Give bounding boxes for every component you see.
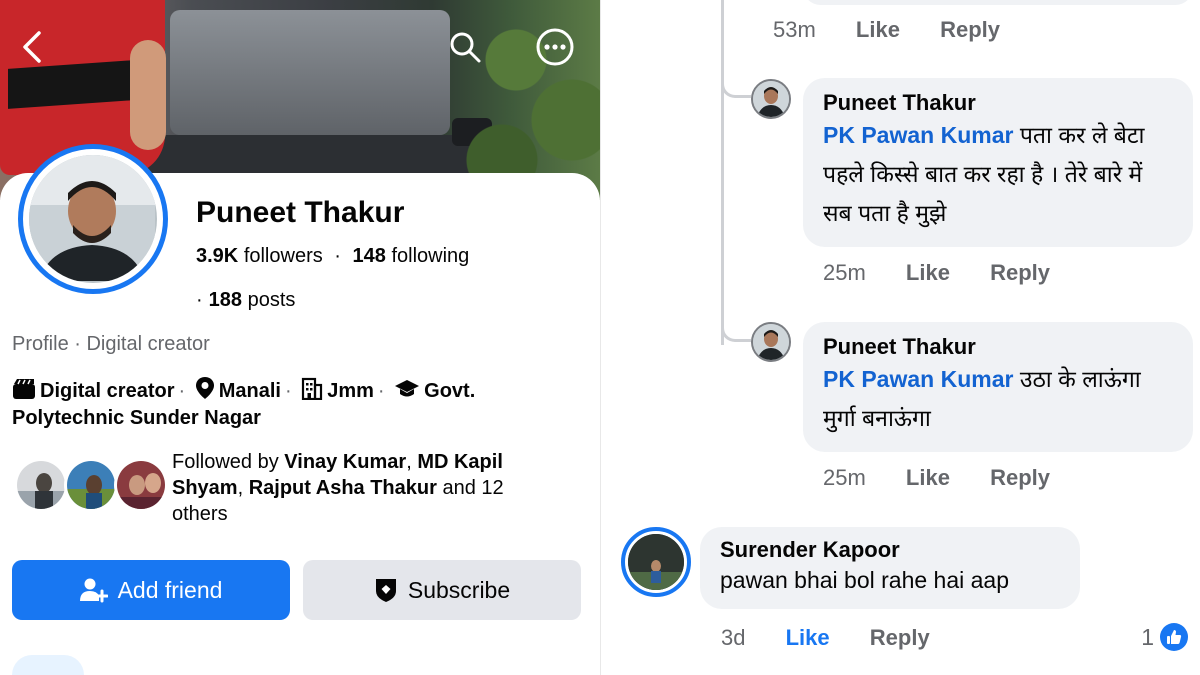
add-person-icon: [79, 578, 108, 603]
mutual-avatar: [114, 458, 168, 512]
posts-stat: · 188 posts: [196, 289, 295, 312]
following-label[interactable]: following: [391, 245, 469, 267]
shield-icon: [375, 579, 396, 602]
reply-button[interactable]: Reply: [940, 17, 1000, 43]
more-options-icon: [536, 28, 574, 66]
posts-separator: ·: [196, 289, 203, 311]
comment-time: 25m: [823, 465, 866, 490]
posts-count: 188: [208, 289, 243, 311]
comment-bubble: Puneet Thakur PK Pawan Kumar पता कर ले ब…: [803, 78, 1193, 247]
cover-windshield: [170, 10, 450, 135]
comments-panel: 53m Like Reply Puneet Thakur PK Pawan Ku…: [600, 0, 1200, 675]
reaction-count: 1: [1141, 623, 1154, 650]
profile-name: Puneet Thakur: [196, 196, 405, 229]
like-button[interactable]: Like: [906, 260, 950, 286]
subscribe-label: Subscribe: [407, 576, 511, 603]
mutual-avatar: [14, 458, 68, 512]
reaction-summary[interactable]: 1: [1141, 623, 1188, 651]
building-icon: [302, 377, 323, 400]
comment-actions: 25m Like Reply: [823, 260, 1084, 286]
follow-stats: 3.9K followers · 148 following: [196, 245, 469, 268]
comment-avatar[interactable]: [751, 322, 791, 362]
graduation-cap-icon: [395, 380, 420, 397]
comment-author[interactable]: Puneet Thakur: [823, 334, 1173, 360]
location-pin-icon: [195, 377, 214, 399]
detail-category: Digital creator: [40, 380, 175, 402]
back-arrow-icon: [23, 31, 41, 63]
subscribe-button[interactable]: Subscribe: [303, 560, 581, 620]
comment-author[interactable]: Puneet Thakur: [823, 90, 1173, 116]
comment-author[interactable]: Surender Kapoor: [720, 537, 1060, 563]
cover-arm: [130, 40, 166, 150]
comment-time: 53m: [773, 17, 816, 42]
comment-text: PK Pawan Kumar पता कर ले बेटा पहले किस्स…: [823, 122, 1145, 226]
mention-link[interactable]: PK Pawan Kumar: [823, 122, 1013, 148]
clapperboard-icon: [13, 379, 35, 399]
like-thumb-icon: [1160, 623, 1188, 651]
mutual-name[interactable]: Vinay Kumar: [284, 451, 406, 473]
followed-by[interactable]: Followed by Vinay Kumar, MD Kapil Shyam,…: [14, 451, 594, 525]
detail-work[interactable]: Jmm: [327, 380, 374, 402]
comment-text: pawan bhai bol rahe hai aap: [720, 567, 1010, 593]
followers-label[interactable]: followers: [244, 245, 323, 267]
stats-separator: ·: [334, 245, 341, 267]
followed-by-prefix: Followed by: [172, 451, 279, 473]
mention-link[interactable]: PK Pawan Kumar: [823, 366, 1013, 392]
followers-count[interactable]: 3.9K: [196, 245, 238, 267]
like-button[interactable]: Like: [786, 625, 830, 651]
comment-actions: 25m Like Reply: [823, 465, 1084, 491]
avatar-photo: [29, 155, 155, 281]
mutual-avatar: [64, 458, 118, 512]
comment-bubble: Surender Kapoor pawan bhai bol rahe hai …: [700, 527, 1080, 609]
search-icon: [450, 32, 481, 63]
partial-chip: [12, 655, 84, 675]
comment-avatar[interactable]: [621, 527, 691, 597]
posts-label: posts: [247, 289, 296, 311]
search-button[interactable]: [440, 22, 490, 72]
thread-branch: [721, 322, 751, 342]
add-friend-button[interactable]: Add friend: [12, 560, 290, 620]
comment-actions: 3d Like Reply: [721, 625, 964, 651]
comment-text: PK Pawan Kumar उठा के लाऊंगा मुर्गा बनाऊ…: [823, 366, 1141, 431]
reply-button[interactable]: Reply: [870, 625, 930, 651]
reply-button[interactable]: Reply: [990, 465, 1050, 491]
profile-avatar[interactable]: [18, 144, 168, 294]
previous-comment-actions: 53m Like Reply: [773, 17, 1034, 43]
previous-comment-bubble: [803, 0, 1193, 5]
followed-by-text: Followed by Vinay Kumar, MD Kapil Shyam,…: [172, 451, 504, 525]
like-button[interactable]: Like: [856, 17, 900, 43]
detail-location[interactable]: Manali: [219, 380, 281, 402]
mutual-name[interactable]: Rajput Asha Thakur: [249, 477, 437, 499]
following-count[interactable]: 148: [353, 245, 386, 267]
like-button[interactable]: Like: [906, 465, 950, 491]
reply-button[interactable]: Reply: [990, 260, 1050, 286]
comment-bubble: Puneet Thakur PK Pawan Kumar उठा के लाऊं…: [803, 322, 1193, 452]
more-options-button[interactable]: [530, 22, 580, 72]
add-friend-label: Add friend: [117, 576, 223, 603]
thread-line: [721, 0, 724, 345]
profile-details: Digital creator · Manali · Jmm · Govt. Poly…: [12, 376, 582, 432]
back-button[interactable]: [8, 22, 58, 72]
comment-time: 25m: [823, 260, 866, 285]
comment-time: 3d: [721, 625, 746, 650]
thread-branch: [721, 78, 751, 98]
profile-panel: Puneet Thakur 3.9K followers · 148 follo…: [0, 0, 600, 675]
comment-avatar[interactable]: [751, 79, 791, 119]
profile-type: Profile · Digital creator: [12, 333, 210, 355]
